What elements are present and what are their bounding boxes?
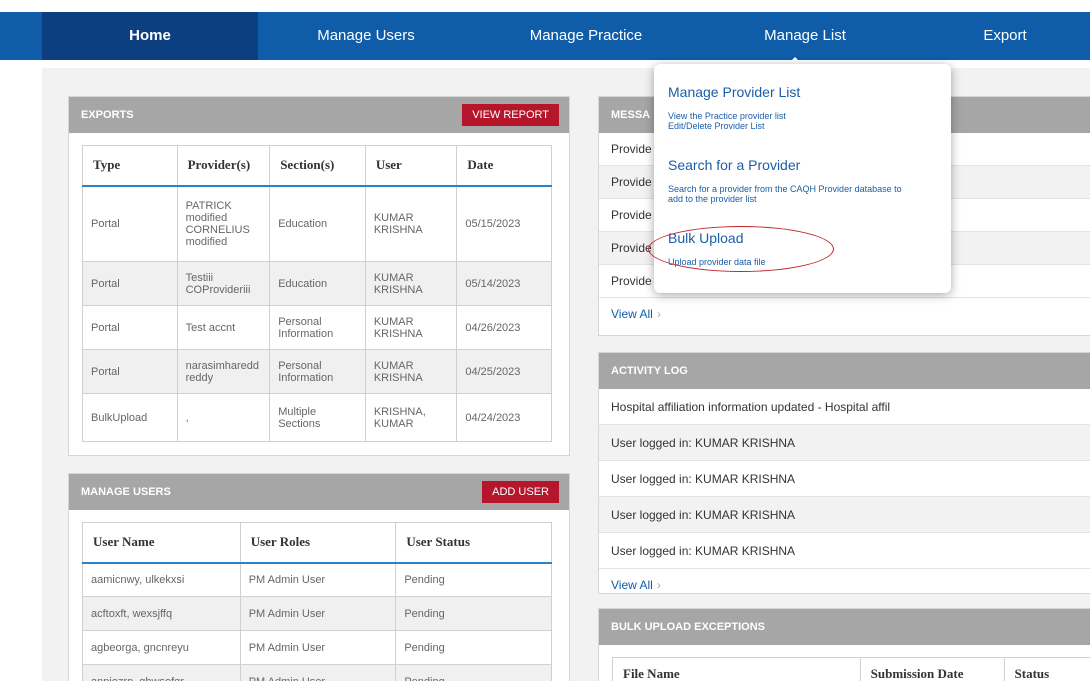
cell-date: 04/24/2023 <box>456 393 552 442</box>
chevron-right-icon: › <box>656 307 661 321</box>
nav-export[interactable]: Export <box>920 12 1090 60</box>
cell-user-name[interactable]: agbeorga, gncnreyu <box>82 630 241 665</box>
cell-user-role: PM Admin User <box>240 562 397 597</box>
bulk-upload-table: File Name Submission Date Status <box>612 657 1090 681</box>
cell-user: KUMAR KRISHNA <box>365 261 458 306</box>
manage-users-title: MANAGE USERS <box>81 486 171 498</box>
activity-log-widget: ACTIVITY LOG Hospital affiliation inform… <box>598 352 1090 594</box>
table-row[interactable]: acftoxft, wexsjffq PM Admin User Pending <box>82 596 552 631</box>
table-row: Portal narasimharedd reddy Personal Info… <box>82 349 552 394</box>
bulk-col-submission-date: Submission Date <box>860 657 1005 681</box>
list-item: User logged in: KUMAR KRISHNA <box>599 461 1090 497</box>
manage-users-header: MANAGE USERS ADD USER <box>69 474 569 510</box>
top-navigation: Home Manage Users Manage Practice Manage… <box>0 0 1090 68</box>
cell-user-role: PM Admin User <box>240 630 397 665</box>
view-all-label: View All <box>611 307 653 321</box>
cell-user-status: Pending <box>395 630 552 665</box>
cell-user-status: Pending <box>395 664 552 681</box>
users-table: User Name User Roles User Status aamicnw… <box>82 522 552 681</box>
cell-date: 04/25/2023 <box>456 349 552 394</box>
cell-provider: Test accnt <box>177 305 271 350</box>
cell-user-name[interactable]: acftoxft, wexsjffq <box>82 596 241 631</box>
cell-type: Portal <box>82 185 178 262</box>
manage-provider-list-link[interactable]: Manage Provider List <box>668 84 800 100</box>
table-row: Portal PATRICK modified CORNELIUS modifi… <box>82 185 552 262</box>
exports-col-date: Date <box>456 145 552 187</box>
list-item: User logged in: KUMAR KRISHNA <box>599 533 1090 569</box>
cell-date: 05/15/2023 <box>456 185 552 262</box>
exports-col-user: User <box>365 145 458 187</box>
view-all-label: View All <box>611 578 653 592</box>
cell-user: KUMAR KRISHNA <box>365 185 458 262</box>
exports-header: EXPORTS VIEW REPORT <box>69 97 569 133</box>
users-col-roles: User Roles <box>240 522 397 564</box>
cell-type: BulkUpload <box>82 393 178 442</box>
exports-table: Type Provider(s) Section(s) User Date Po… <box>82 145 552 442</box>
highlight-annotation <box>648 226 834 272</box>
cell-date: 05/14/2023 <box>456 261 552 306</box>
bulk-col-file-name: File Name <box>612 657 861 681</box>
manage-provider-list-desc[interactable]: View the Practice provider list Edit/Del… <box>668 111 938 131</box>
cell-user: KUMAR KRISHNA <box>365 305 458 350</box>
cell-user-name[interactable]: anpiozrp, gbwsofqr <box>82 664 241 681</box>
table-row: Portal Testiii COProvideriii Education K… <box>82 261 552 306</box>
nav-manage-users[interactable]: Manage Users <box>258 12 474 60</box>
messages-view-all-link[interactable]: View All › <box>599 298 1090 330</box>
activity-log-header: ACTIVITY LOG <box>599 353 1090 389</box>
activity-view-all-link[interactable]: View All › <box>599 569 1090 601</box>
cell-user: KUMAR KRISHNA <box>365 349 458 394</box>
cell-user-role: PM Admin User <box>240 664 397 681</box>
cell-provider: PATRICK modified CORNELIUS modified <box>177 185 271 262</box>
exports-col-type: Type <box>82 145 178 187</box>
cell-user: KRISHNA, KUMAR <box>365 393 458 442</box>
cell-user-status: Pending <box>395 562 552 597</box>
table-row[interactable]: agbeorga, gncnreyu PM Admin User Pending <box>82 630 552 665</box>
cell-section: Personal Information <box>269 305 366 350</box>
cell-section: Personal Information <box>269 349 366 394</box>
cell-provider: , <box>177 393 271 442</box>
cell-type: Portal <box>82 305 178 350</box>
search-provider-desc[interactable]: Search for a provider from the CAQH Prov… <box>668 184 908 204</box>
cell-user-name[interactable]: aamicnwy, ulkekxsi <box>82 562 241 597</box>
nav-manage-list[interactable]: Manage List <box>700 12 910 60</box>
nav-home[interactable]: Home <box>42 12 258 60</box>
nav-manage-practice[interactable]: Manage Practice <box>474 12 698 60</box>
list-item: User logged in: KUMAR KRISHNA <box>599 425 1090 461</box>
exports-col-sections: Section(s) <box>269 145 366 187</box>
cell-date: 04/26/2023 <box>456 305 552 350</box>
cell-type: Portal <box>82 349 178 394</box>
cell-provider: Testiii COProvideriii <box>177 261 271 306</box>
cell-section: Education <box>269 261 366 306</box>
bulk-upload-exceptions-header: BULK UPLOAD EXCEPTIONS <box>599 609 1090 645</box>
table-row: BulkUpload , Multiple Sections KRISHNA, … <box>82 393 552 442</box>
bulk-upload-exceptions-widget: BULK UPLOAD EXCEPTIONS File Name Submiss… <box>598 608 1090 681</box>
table-row[interactable]: aamicnwy, ulkekxsi PM Admin User Pending <box>82 562 552 597</box>
exports-widget: EXPORTS VIEW REPORT Type Provider(s) Sec… <box>68 96 570 456</box>
cell-user-status: Pending <box>395 596 552 631</box>
cell-section: Multiple Sections <box>269 393 366 442</box>
users-col-name: User Name <box>82 522 241 564</box>
nav-bar: Home Manage Users Manage Practice Manage… <box>0 12 1090 60</box>
cell-type: Portal <box>82 261 178 306</box>
table-row[interactable]: anpiozrp, gbwsofqr PM Admin User Pending <box>82 664 552 681</box>
list-item: User logged in: KUMAR KRISHNA <box>599 497 1090 533</box>
list-item: Hospital affiliation information updated… <box>599 389 1090 425</box>
table-row: Portal Test accnt Personal Information K… <box>82 305 552 350</box>
add-user-button[interactable]: ADD USER <box>482 481 559 503</box>
dropdown-caret <box>788 57 802 64</box>
cell-section: Education <box>269 185 366 262</box>
users-col-status: User Status <box>395 522 552 564</box>
bulk-col-status: Status <box>1014 665 1050 681</box>
manage-users-widget: MANAGE USERS ADD USER User Name User Rol… <box>68 473 570 681</box>
search-provider-link[interactable]: Search for a Provider <box>668 157 800 173</box>
exports-title: EXPORTS <box>81 109 134 121</box>
exports-col-providers: Provider(s) <box>177 145 271 187</box>
cell-provider: narasimharedd reddy <box>177 349 271 394</box>
cell-user-role: PM Admin User <box>240 596 397 631</box>
view-report-button[interactable]: VIEW REPORT <box>462 104 559 126</box>
chevron-right-icon: › <box>656 578 661 592</box>
